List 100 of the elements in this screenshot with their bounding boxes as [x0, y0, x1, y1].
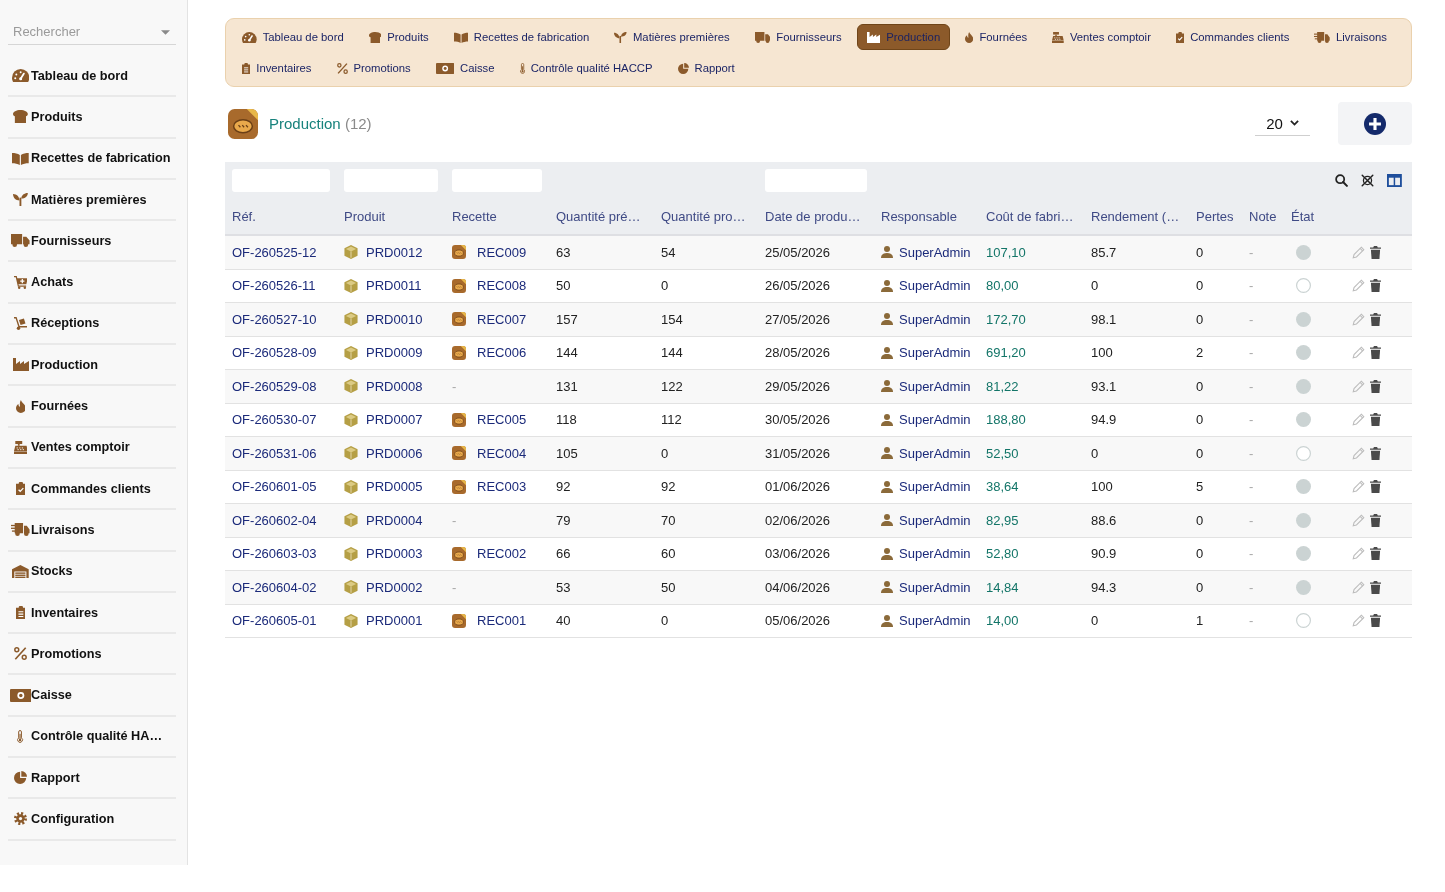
- recipe-link[interactable]: REC003: [477, 479, 527, 495]
- page-size-select[interactable]: 20: [1255, 111, 1310, 136]
- sidebar-item[interactable]: Recettes de fabrication: [8, 138, 176, 180]
- nav-tab[interactable]: Recettes de fabrication: [443, 24, 600, 50]
- sidebar-item[interactable]: Production: [8, 345, 176, 387]
- pencil-icon[interactable]: [1352, 379, 1365, 393]
- user-link[interactable]: SuperAdmin: [899, 244, 971, 260]
- recipe-link[interactable]: REC002: [477, 546, 527, 562]
- sidebar-item[interactable]: Commandes clients: [8, 468, 176, 511]
- columns-icon[interactable]: [1387, 174, 1402, 187]
- nav-tab[interactable]: Commandes clients: [1165, 24, 1300, 50]
- nav-tab[interactable]: Promotions: [326, 55, 421, 81]
- nav-tab[interactable]: Ventes comptoir: [1042, 24, 1161, 50]
- product-link[interactable]: PRD0002: [366, 579, 423, 595]
- nav-tab[interactable]: Contrôle qualité HACCP: [509, 55, 663, 81]
- nav-tab[interactable]: Caisse: [425, 55, 505, 81]
- user-link[interactable]: SuperAdmin: [899, 512, 971, 528]
- nav-tab[interactable]: Fournées: [955, 24, 1038, 50]
- trash-icon[interactable]: [1370, 245, 1381, 259]
- trash-icon[interactable]: [1370, 547, 1381, 561]
- recipe-link[interactable]: REC001: [477, 613, 527, 629]
- user-link[interactable]: SuperAdmin: [899, 445, 971, 461]
- recipe-link[interactable]: REC008: [477, 278, 527, 294]
- user-link[interactable]: SuperAdmin: [899, 613, 971, 629]
- pencil-icon[interactable]: [1352, 547, 1365, 561]
- nav-tab[interactable]: Rapport: [667, 55, 745, 81]
- reference-link[interactable]: OF-260531-06: [232, 445, 317, 461]
- product-link[interactable]: PRD0010: [366, 311, 423, 327]
- trash-icon[interactable]: [1370, 379, 1381, 393]
- column-header[interactable]: État: [1291, 209, 1315, 224]
- recipe-link[interactable]: REC006: [477, 345, 527, 361]
- product-link[interactable]: PRD0003: [366, 546, 423, 562]
- trash-icon[interactable]: [1370, 346, 1381, 360]
- column-header[interactable]: Date de produ…: [765, 209, 861, 224]
- reference-link[interactable]: OF-260605-01: [232, 613, 317, 629]
- nav-tab[interactable]: Tableau de bord: [232, 24, 354, 50]
- pencil-icon[interactable]: [1352, 446, 1365, 460]
- pencil-icon[interactable]: [1352, 614, 1365, 628]
- trash-icon[interactable]: [1370, 446, 1381, 460]
- sidebar-item[interactable]: Réceptions: [8, 303, 176, 346]
- nav-tab[interactable]: Fournisseurs: [744, 24, 852, 50]
- user-link[interactable]: SuperAdmin: [899, 479, 971, 495]
- user-link[interactable]: SuperAdmin: [899, 311, 971, 327]
- user-link[interactable]: SuperAdmin: [899, 278, 971, 294]
- reference-link[interactable]: OF-260602-04: [232, 512, 317, 528]
- trash-icon[interactable]: [1370, 413, 1381, 427]
- trash-icon[interactable]: [1370, 513, 1381, 527]
- sidebar-item[interactable]: Ventes comptoir: [8, 427, 176, 469]
- user-link[interactable]: SuperAdmin: [899, 412, 971, 428]
- sidebar-item[interactable]: Contrôle qualité HA…: [8, 716, 176, 759]
- product-link[interactable]: PRD0007: [366, 412, 423, 428]
- column-header[interactable]: Note: [1249, 209, 1277, 224]
- sidebar-item[interactable]: Configuration: [8, 799, 176, 841]
- recipe-link[interactable]: REC005: [477, 412, 527, 428]
- product-link[interactable]: PRD0008: [366, 378, 423, 394]
- sidebar-item[interactable]: Fournées: [8, 386, 176, 428]
- recipe-link[interactable]: REC009: [477, 244, 527, 260]
- reference-link[interactable]: OF-260527-10: [232, 311, 317, 327]
- reference-link[interactable]: OF-260526-11: [232, 278, 316, 294]
- crossed-circle-icon[interactable]: [1361, 174, 1375, 187]
- sidebar-item[interactable]: Stocks: [8, 551, 176, 593]
- column-header[interactable]: Coût de fabri…: [986, 209, 1074, 224]
- sidebar-item[interactable]: Rapport: [8, 758, 176, 800]
- reference-link[interactable]: OF-260529-08: [232, 378, 317, 394]
- reference-link[interactable]: OF-260603-03: [232, 546, 317, 562]
- column-header[interactable]: Rendement (…: [1091, 209, 1180, 224]
- sidebar-item[interactable]: Livraisons: [8, 510, 176, 552]
- product-link[interactable]: PRD0004: [366, 512, 423, 528]
- nav-tab[interactable]: Matières premières: [604, 24, 740, 50]
- pencil-icon[interactable]: [1352, 513, 1365, 527]
- product-link[interactable]: PRD0009: [366, 345, 423, 361]
- reference-link[interactable]: OF-260528-09: [232, 345, 317, 361]
- user-link[interactable]: SuperAdmin: [899, 579, 971, 595]
- sidebar-item[interactable]: Fournisseurs: [8, 221, 176, 263]
- pencil-icon[interactable]: [1352, 580, 1365, 594]
- recipe-link[interactable]: REC007: [477, 311, 527, 327]
- sidebar-item[interactable]: Inventaires: [8, 592, 176, 635]
- pencil-icon[interactable]: [1352, 279, 1365, 293]
- column-header[interactable]: Produit: [344, 209, 386, 224]
- reference-link[interactable]: OF-260530-07: [232, 412, 317, 428]
- pencil-icon[interactable]: [1352, 245, 1365, 259]
- add-button[interactable]: [1338, 102, 1412, 145]
- reference-link[interactable]: OF-260601-05: [232, 479, 317, 495]
- column-header[interactable]: Pertes: [1196, 209, 1234, 224]
- pencil-icon[interactable]: [1352, 480, 1365, 494]
- sidebar-item[interactable]: Matières premières: [8, 179, 176, 222]
- nav-tab[interactable]: Livraisons: [1304, 24, 1397, 50]
- sidebar-item[interactable]: Caisse: [8, 675, 176, 717]
- product-link[interactable]: PRD0001: [366, 613, 423, 629]
- user-link[interactable]: SuperAdmin: [899, 378, 971, 394]
- pencil-icon[interactable]: [1352, 346, 1365, 360]
- pencil-icon[interactable]: [1352, 413, 1365, 427]
- column-header[interactable]: Quantité pro…: [661, 209, 746, 224]
- pencil-icon[interactable]: [1352, 312, 1365, 326]
- reference-link[interactable]: OF-260604-02: [232, 579, 317, 595]
- search-icon[interactable]: [1335, 174, 1349, 187]
- recipe-link[interactable]: REC004: [477, 445, 527, 461]
- nav-tab[interactable]: Produits: [358, 24, 439, 50]
- column-header[interactable]: Responsable: [881, 209, 957, 224]
- caret-down-icon[interactable]: [161, 30, 170, 35]
